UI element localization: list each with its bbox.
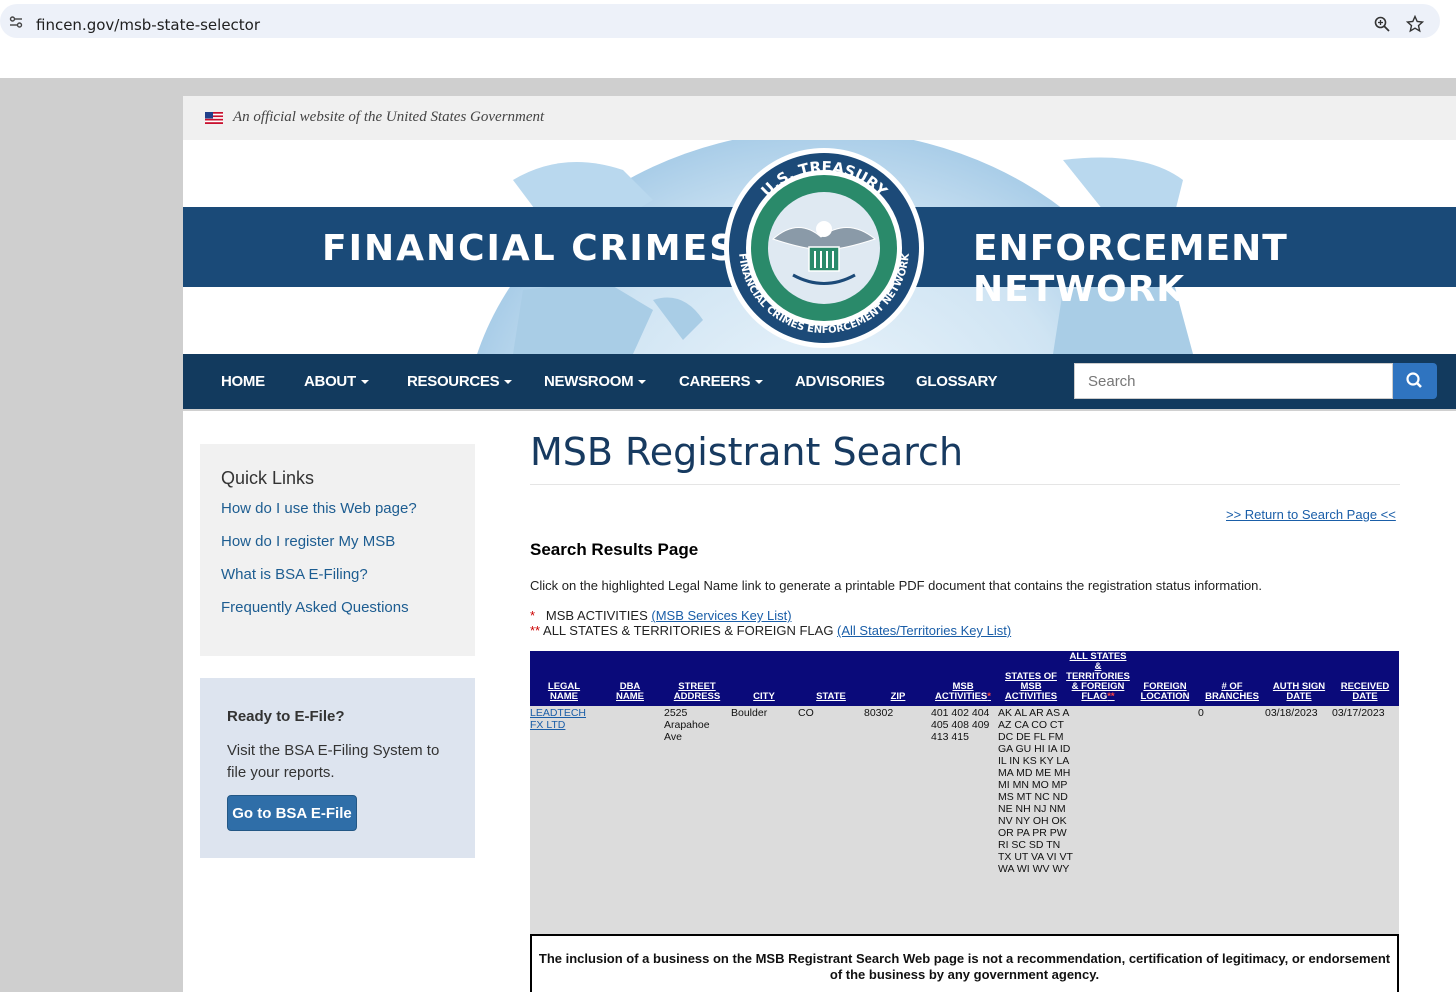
nav-about[interactable]: ABOUT	[304, 373, 369, 390]
header-double-asterisk: **	[1107, 691, 1115, 702]
quick-link-faq[interactable]: Frequently Asked Questions	[221, 599, 409, 616]
col-received-date[interactable]: RECEIVED DATE	[1335, 682, 1395, 702]
col-auth-sign-date[interactable]: AUTH SIGN DATE	[1268, 682, 1330, 702]
nav-advisories-label: ADVISORIES	[795, 373, 885, 390]
gov-banner: An official website of the United States…	[183, 96, 1456, 140]
col-dba-name[interactable]: DBA NAME	[605, 682, 655, 702]
treasury-seal-logo: U.S. TREASURY FINANCIAL CRIMES ENFORCEME…	[724, 148, 924, 348]
efile-description: Visit the BSA E-Filing System to file yo…	[227, 742, 440, 781]
nav-resources-label: RESOURCES	[407, 373, 500, 390]
cell-zip: 80302	[864, 707, 894, 719]
legend-double-asterisk: **	[530, 623, 541, 638]
legend-all-states: ** ALL STATES & TERRITORIES & FOREIGN FL…	[530, 623, 1011, 638]
quick-links-panel: Quick Links How do I use this Web page? …	[200, 444, 475, 656]
caret-down-icon	[360, 380, 369, 385]
cell-legal-name: LEADTECH FX LTD	[530, 707, 596, 731]
cell-city: Boulder	[731, 707, 768, 719]
nav-home[interactable]: HOME	[221, 373, 265, 390]
col-states-of-msb-activities[interactable]: STATES OF MSB ACTIVITIES	[1004, 672, 1058, 702]
col-msb-activities-label: MSB ACTIVITIES	[935, 681, 988, 702]
quick-links-title: Quick Links	[221, 468, 315, 488]
col-legal-name[interactable]: LEGAL NAME	[533, 682, 595, 702]
msb-services-key-link[interactable]: (MSB Services Key List)	[651, 608, 791, 623]
nav-advisories[interactable]: ADVISORIES	[795, 373, 885, 390]
col-city[interactable]: CITY	[744, 692, 784, 702]
instructions-text: Click on the highlighted Legal Name link…	[530, 578, 1263, 593]
main-navigation: HOME ABOUT RESOURCES NEWSROOM CAREERS AD…	[183, 354, 1456, 409]
caret-down-icon	[504, 380, 513, 385]
nav-resources[interactable]: RESOURCES	[407, 373, 513, 390]
nav-divider	[183, 409, 1456, 411]
caret-down-icon	[755, 380, 764, 385]
legend-states-label: ALL STATES & TERRITORIES & FOREIGN FLAG	[543, 623, 838, 638]
cell-auth-sign-date: 03/18/2023	[1265, 707, 1318, 719]
legend-msb-label: MSB ACTIVITIES	[545, 608, 652, 623]
url-field[interactable]: fincen.gov/msb-state-selector	[0, 4, 1440, 38]
col-street-address[interactable]: STREET ADDRESS	[672, 682, 722, 702]
us-flag-icon	[205, 112, 223, 124]
quick-link-register-msb[interactable]: How do I register My MSB	[221, 533, 395, 550]
cell-states-of-msb-activities: AK AL AR AS A AZ CA CO CT DC DE FL FM GA…	[998, 707, 1073, 875]
nav-careers-label: CAREERS	[679, 373, 751, 390]
cell-msb-activities: 401 402 404 405 408 409 413 415	[931, 707, 990, 743]
zoom-icon[interactable]	[1374, 16, 1390, 32]
cell-street-address: 2525 Arapahoe Ave	[664, 707, 710, 743]
web-page: An official website of the United States…	[183, 96, 1456, 992]
site-search-input[interactable]: Search	[1074, 363, 1393, 399]
site-settings-icon[interactable]	[9, 15, 23, 29]
results-title: Search Results Page	[530, 540, 699, 559]
nav-home-label: HOME	[221, 373, 265, 390]
site-header: FINANCIAL CRIMES ENFORCEMENT NETWORK U.S…	[183, 140, 1456, 354]
caret-down-icon	[638, 380, 647, 385]
cell-received-date: 03/17/2023	[1332, 707, 1385, 719]
cell-state: CO	[798, 707, 814, 719]
col-zip[interactable]: ZIP	[880, 692, 916, 702]
return-to-search-link[interactable]: >> Return to Search Page <<	[1226, 507, 1396, 522]
nav-about-label: ABOUT	[304, 373, 356, 390]
disclaimer-box: The inclusion of a business on the MSB R…	[530, 934, 1399, 992]
nav-newsroom-label: NEWSROOM	[544, 373, 634, 390]
nav-newsroom[interactable]: NEWSROOM	[544, 373, 647, 390]
table-row: LEADTECH FX LTD 2525 Arapahoe Ave Boulde…	[530, 706, 1399, 934]
nav-glossary-label: GLOSSARY	[916, 373, 998, 390]
cell-num-branches: 0	[1198, 707, 1204, 719]
nav-glossary[interactable]: GLOSSARY	[916, 373, 998, 390]
search-button[interactable]	[1393, 363, 1437, 399]
header-title-right: ENFORCEMENT NETWORK	[973, 228, 1288, 310]
header-asterisk: *	[987, 691, 991, 702]
legend-msb-activities: * MSB ACTIVITIES (MSB Services Key List)	[530, 608, 792, 623]
table-header: LEGAL NAME DBA NAME STREET ADDRESS CITY …	[530, 651, 1399, 706]
efile-title: Ready to E-File?	[227, 708, 345, 725]
col-foreign-location[interactable]: FOREIGN LOCATION	[1138, 682, 1192, 702]
quick-link-bsa-efiling[interactable]: What is BSA E-Filing?	[221, 566, 368, 583]
title-divider	[530, 484, 1400, 485]
quick-link-how-to-use[interactable]: How do I use this Web page?	[221, 500, 417, 517]
header-title-left: FINANCIAL CRIMES	[322, 228, 738, 269]
page-title: MSB Registrant Search	[530, 430, 964, 474]
legal-name-link[interactable]: LEADTECH FX LTD	[530, 707, 586, 731]
gov-banner-text: An official website of the United States…	[233, 109, 545, 125]
efile-panel: Ready to E-File? Visit the BSA E-Filing …	[200, 678, 475, 858]
col-all-states[interactable]: ALL STATES & TERRITORIES & FOREIGN FLAG*…	[1066, 652, 1130, 702]
states-territories-key-link[interactable]: (All States/Territories Key List)	[837, 623, 1011, 638]
col-state[interactable]: STATE	[810, 692, 852, 702]
browser-address-bar: fincen.gov/msb-state-selector	[0, 0, 1456, 78]
col-msb-activities[interactable]: MSB ACTIVITIES*	[934, 682, 992, 702]
col-num-branches[interactable]: # OF BRANCHES	[1202, 682, 1262, 702]
go-to-bsa-efile-button[interactable]: Go to BSA E-File	[227, 795, 357, 831]
nav-careers[interactable]: CAREERS	[679, 373, 764, 390]
url-text[interactable]: fincen.gov/msb-state-selector	[36, 16, 260, 34]
legend-asterisk: *	[530, 608, 536, 623]
search-icon	[1406, 372, 1422, 388]
col-all-states-label: ALL STATES & TERRITORIES & FOREIGN FLAG	[1066, 651, 1130, 702]
bookmark-star-icon[interactable]	[1406, 15, 1424, 33]
